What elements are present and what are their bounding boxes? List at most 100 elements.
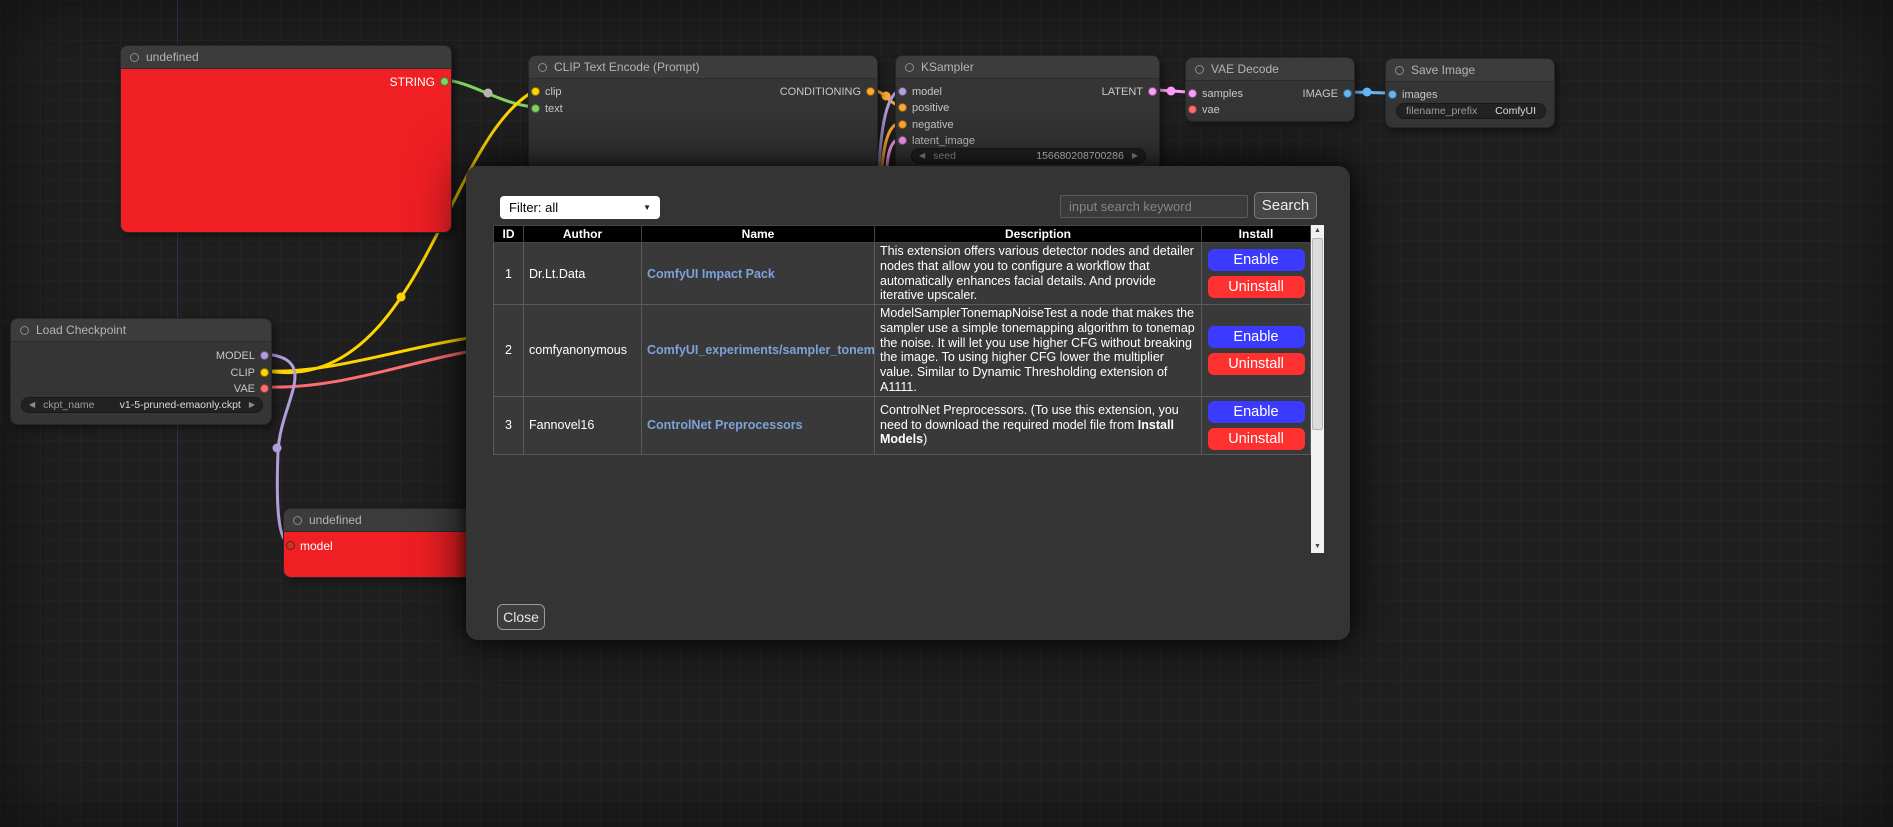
slot-dot-image[interactable] (1343, 89, 1352, 98)
decrement-arrow-icon[interactable]: ◀ (919, 148, 925, 164)
slot-label: VAE (234, 383, 255, 395)
seed-widget[interactable]: ◀ seed 156680208700286 ▶ (911, 148, 1146, 164)
extension-link[interactable]: ComfyUI_experiments/sampler_tonemap (647, 343, 875, 357)
node-title-bar[interactable]: Load Checkpoint (11, 319, 271, 342)
slot-dot-latent[interactable] (1148, 87, 1157, 96)
node-load-checkpoint[interactable]: Load Checkpoint MODEL CLIP VAE ◀ ckpt_na… (10, 318, 272, 425)
uninstall-button[interactable]: Uninstall (1208, 353, 1305, 375)
table-scrollbar[interactable]: ▲ ▼ (1311, 225, 1324, 553)
slot-dot-string[interactable] (440, 77, 449, 86)
slot-dot-model[interactable] (286, 541, 295, 550)
filename-prefix-widget[interactable]: filename_prefix ComfyUI (1396, 103, 1546, 119)
collapse-dot-icon[interactable] (538, 63, 547, 72)
collapse-dot-icon[interactable] (293, 516, 302, 525)
enable-button[interactable]: Enable (1208, 249, 1305, 271)
node-ksampler[interactable]: KSampler model positive negative latent_… (895, 55, 1160, 170)
scroll-down-arrow-icon[interactable]: ▼ (1311, 541, 1324, 553)
extension-link[interactable]: ControlNet Preprocessors (647, 418, 803, 432)
slot-dot-positive[interactable] (898, 103, 907, 112)
input-slot-clip[interactable]: clip (531, 85, 562, 98)
input-slot-latent-image[interactable]: latent_image (898, 134, 975, 147)
close-button[interactable]: Close (497, 604, 545, 630)
collapse-dot-icon[interactable] (1395, 66, 1404, 75)
collapse-dot-icon[interactable] (130, 53, 139, 62)
description-text: ControlNet Preprocessors. (To use this e… (880, 403, 1179, 432)
slot-dot-negative[interactable] (898, 120, 907, 129)
node-clip-text-encode[interactable]: CLIP Text Encode (Prompt) clip text COND… (528, 55, 878, 170)
widget-label: ckpt_name (43, 399, 94, 411)
extension-author: comfyanonymous (524, 305, 642, 397)
slot-dot-vae[interactable] (1188, 105, 1197, 114)
extension-name-cell: ComfyUI Impact Pack (642, 243, 875, 305)
output-slot-image[interactable]: IMAGE (1303, 87, 1352, 100)
node-title-bar[interactable]: KSampler (896, 56, 1159, 79)
input-slot-vae[interactable]: vae (1188, 103, 1220, 116)
slot-dot-latent-image[interactable] (898, 136, 907, 145)
slot-dot-clip-out[interactable] (260, 368, 269, 377)
search-input[interactable] (1060, 195, 1248, 218)
output-slot-conditioning[interactable]: CONDITIONING (780, 85, 875, 98)
node-save-image[interactable]: Save Image images filename_prefix ComfyU… (1385, 58, 1555, 128)
extension-link[interactable]: ComfyUI Impact Pack (647, 267, 775, 281)
slot-dot-conditioning[interactable] (866, 87, 875, 96)
slot-dot-model[interactable] (898, 87, 907, 96)
chevron-down-icon: ▼ (643, 203, 651, 212)
slot-dot-samples[interactable] (1188, 89, 1197, 98)
node-title: KSampler (921, 60, 974, 74)
slot-label: clip (545, 86, 562, 98)
output-slot-model[interactable]: MODEL (216, 349, 269, 362)
table-row: 1 Dr.Lt.Data ComfyUI Impact Pack This ex… (494, 243, 1311, 305)
header-description: Description (875, 226, 1202, 243)
uninstall-button[interactable]: Uninstall (1208, 276, 1305, 298)
output-slot-string[interactable]: STRING (390, 75, 449, 88)
install-cell: Enable Uninstall (1202, 243, 1311, 305)
node-undefined-string[interactable]: undefined STRING (120, 45, 452, 233)
slot-dot-vae-out[interactable] (260, 384, 269, 393)
input-slot-samples[interactable]: samples (1188, 87, 1243, 100)
slot-dot-images[interactable] (1388, 90, 1397, 99)
slot-label: model (300, 539, 333, 553)
prev-option-arrow-icon[interactable]: ◀ (29, 397, 35, 413)
slot-dot-clip[interactable] (531, 87, 540, 96)
input-slot-images[interactable]: images (1388, 88, 1437, 101)
header-id: ID (494, 226, 524, 243)
description-text: ) (923, 432, 927, 446)
slot-label: MODEL (216, 350, 255, 362)
scrollbar-thumb[interactable] (1312, 238, 1323, 430)
node-title: undefined (146, 50, 199, 64)
enable-button[interactable]: Enable (1208, 326, 1305, 348)
slot-dot-model-out[interactable] (260, 351, 269, 360)
scroll-up-arrow-icon[interactable]: ▲ (1311, 225, 1324, 237)
collapse-dot-icon[interactable] (905, 63, 914, 72)
slot-dot-text[interactable] (531, 104, 540, 113)
collapse-dot-icon[interactable] (1195, 65, 1204, 74)
description-text: This extension offers various detector n… (880, 244, 1194, 302)
collapse-dot-icon[interactable] (20, 326, 29, 335)
search-button[interactable]: Search (1254, 192, 1317, 219)
filter-dropdown[interactable]: Filter: all ▼ (500, 196, 660, 219)
install-cell: Enable Uninstall (1202, 396, 1311, 454)
node-title-bar[interactable]: undefined (121, 46, 451, 69)
increment-arrow-icon[interactable]: ▶ (1132, 148, 1138, 164)
enable-button[interactable]: Enable (1208, 401, 1305, 423)
node-title-bar[interactable]: VAE Decode (1186, 58, 1354, 81)
table-row: 3 Fannovel16 ControlNet Preprocessors Co… (494, 396, 1311, 454)
extension-id: 3 (494, 396, 524, 454)
error-node-body (121, 69, 451, 232)
input-slot-model[interactable]: model (286, 539, 333, 552)
output-slot-vae[interactable]: VAE (234, 382, 269, 395)
extension-name-cell: ComfyUI_experiments/sampler_tonemap (642, 305, 875, 397)
header-install: Install (1202, 226, 1311, 243)
node-title-bar[interactable]: CLIP Text Encode (Prompt) (529, 56, 877, 79)
node-title-bar[interactable]: Save Image (1386, 59, 1554, 82)
input-slot-negative[interactable]: negative (898, 118, 954, 131)
next-option-arrow-icon[interactable]: ▶ (249, 397, 255, 413)
input-slot-model[interactable]: model (898, 85, 942, 98)
output-slot-clip[interactable]: CLIP (231, 366, 269, 379)
input-slot-text[interactable]: text (531, 102, 563, 115)
output-slot-latent[interactable]: LATENT (1102, 85, 1157, 98)
ckpt-name-widget[interactable]: ◀ ckpt_name v1-5-pruned-emaonly.ckpt ▶ (21, 397, 263, 413)
input-slot-positive[interactable]: positive (898, 101, 949, 114)
node-vae-decode[interactable]: VAE Decode samples vae IMAGE (1185, 57, 1355, 122)
uninstall-button[interactable]: Uninstall (1208, 428, 1305, 450)
